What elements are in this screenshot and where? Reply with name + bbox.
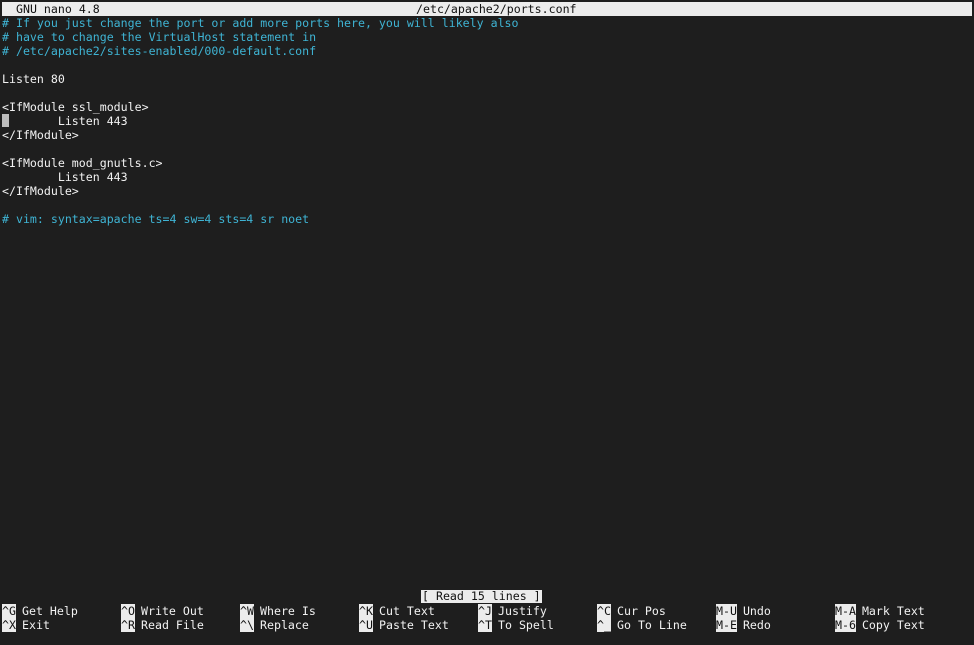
shortcut-label: Cur Pos [617, 604, 666, 618]
shortcut-get-help[interactable]: ^G Get Help [2, 604, 78, 618]
app-version: GNU nano 4.8 [16, 2, 100, 16]
shortcut-key: ^U [359, 618, 373, 632]
shortcut-label: Undo [742, 604, 771, 618]
shortcut-label: Write Out [141, 604, 204, 618]
editor-line[interactable]: # /etc/apache2/sites-enabled/000-default… [2, 44, 974, 58]
shortcut-key: ^O [121, 604, 135, 618]
shortcut-row-1: ^G Get Help ^O Write Out ^W Where Is ^K Cut … [2, 604, 972, 618]
shortcut-justify[interactable]: ^J Justify [478, 604, 547, 618]
shortcut-label: Justify [498, 604, 547, 618]
shortcut-redo[interactable]: M-E Redo [716, 618, 771, 632]
editor-line[interactable]: # have to change the VirtualHost stateme… [2, 30, 974, 44]
editor-line[interactable] [2, 86, 974, 100]
title-bar: GNU nano 4.8 /etc/apache2/ports.conf [2, 2, 972, 16]
shortcut-key: M-6 [835, 618, 856, 632]
shortcut-paste-text[interactable]: ^U Paste Text [359, 618, 449, 632]
shortcut-key: M-A [835, 604, 856, 618]
shortcut-exit[interactable]: ^X Exit [2, 618, 50, 632]
shortcut-replace[interactable]: ^\ Replace [240, 618, 309, 632]
shortcut-cur-pos[interactable]: ^C Cur Pos [597, 604, 666, 618]
shortcut-bar: ^G Get Help ^O Write Out ^W Where Is ^K Cut … [2, 604, 972, 632]
editor-line[interactable]: # If you just change the port or add mor… [2, 16, 974, 30]
shortcut-read-file[interactable]: ^R Read File [121, 618, 204, 632]
shortcut-label: Replace [260, 618, 309, 632]
shortcut-undo[interactable]: M-U Undo [716, 604, 771, 618]
editor-area[interactable]: # If you just change the port or add mor… [2, 16, 974, 226]
shortcut-mark-text[interactable]: M-A Mark Text [835, 604, 925, 618]
file-path: /etc/apache2/ports.conf [416, 2, 577, 16]
shortcut-key: M-U [716, 604, 737, 618]
editor-line[interactable] [2, 198, 974, 212]
editor-line[interactable]: Listen 443 [2, 170, 974, 184]
editor-line[interactable] [2, 142, 974, 156]
shortcut-key: ^W [240, 604, 254, 618]
shortcut-to-spell[interactable]: ^T To Spell [478, 618, 554, 632]
editor-line[interactable]: <IfModule mod_gnutls.c> [2, 156, 974, 170]
shortcut-copy-text[interactable]: M-6 Copy Text [835, 618, 925, 632]
shortcut-label: Where Is [260, 604, 316, 618]
editor-line-text: Listen 443 [2, 114, 128, 128]
shortcut-label: Mark Text [861, 604, 925, 618]
editor-line[interactable]: # vim: syntax=apache ts=4 sw=4 sts=4 sr … [2, 212, 974, 226]
shortcut-key: ^_ [597, 618, 611, 632]
shortcut-key: ^\ [240, 618, 254, 632]
editor-line[interactable]: Listen 80 [2, 72, 974, 86]
shortcut-key: ^G [2, 604, 16, 618]
shortcut-cut-text[interactable]: ^K Cut Text [359, 604, 435, 618]
shortcut-key: ^X [2, 618, 16, 632]
shortcut-key: ^R [121, 618, 135, 632]
shortcut-row-2: ^X Exit ^R Read File ^\ Replace ^U Paste Tex… [2, 618, 972, 632]
shortcut-label: Copy Text [861, 618, 925, 632]
editor-line[interactable]: <IfModule ssl_module> [2, 100, 974, 114]
editor-line[interactable]: </IfModule> [2, 184, 974, 198]
status-message: [ Read 15 lines ] [421, 589, 542, 603]
shortcut-write-out[interactable]: ^O Write Out [121, 604, 204, 618]
shortcut-label: Redo [742, 618, 771, 632]
shortcut-label: Paste Text [379, 618, 449, 632]
shortcut-key: ^C [597, 604, 611, 618]
shortcut-key: ^T [478, 618, 492, 632]
shortcut-label: Read File [141, 618, 204, 632]
editor-line[interactable]: </IfModule> [2, 128, 974, 142]
shortcut-label: To Spell [498, 618, 554, 632]
shortcut-key: ^K [359, 604, 373, 618]
shortcut-key: ^J [478, 604, 492, 618]
editor-line[interactable] [2, 58, 974, 72]
shortcut-label: Cut Text [379, 604, 435, 618]
shortcut-label: Go To Line [617, 618, 687, 632]
shortcut-go-to-line[interactable]: ^_ Go To Line [597, 618, 687, 632]
shortcut-label: Get Help [22, 604, 78, 618]
shortcut-label: Exit [22, 618, 50, 632]
editor-line-with-cursor[interactable]: Listen 443 [2, 114, 974, 128]
shortcut-key: M-E [716, 618, 737, 632]
shortcut-where-is[interactable]: ^W Where Is [240, 604, 316, 618]
